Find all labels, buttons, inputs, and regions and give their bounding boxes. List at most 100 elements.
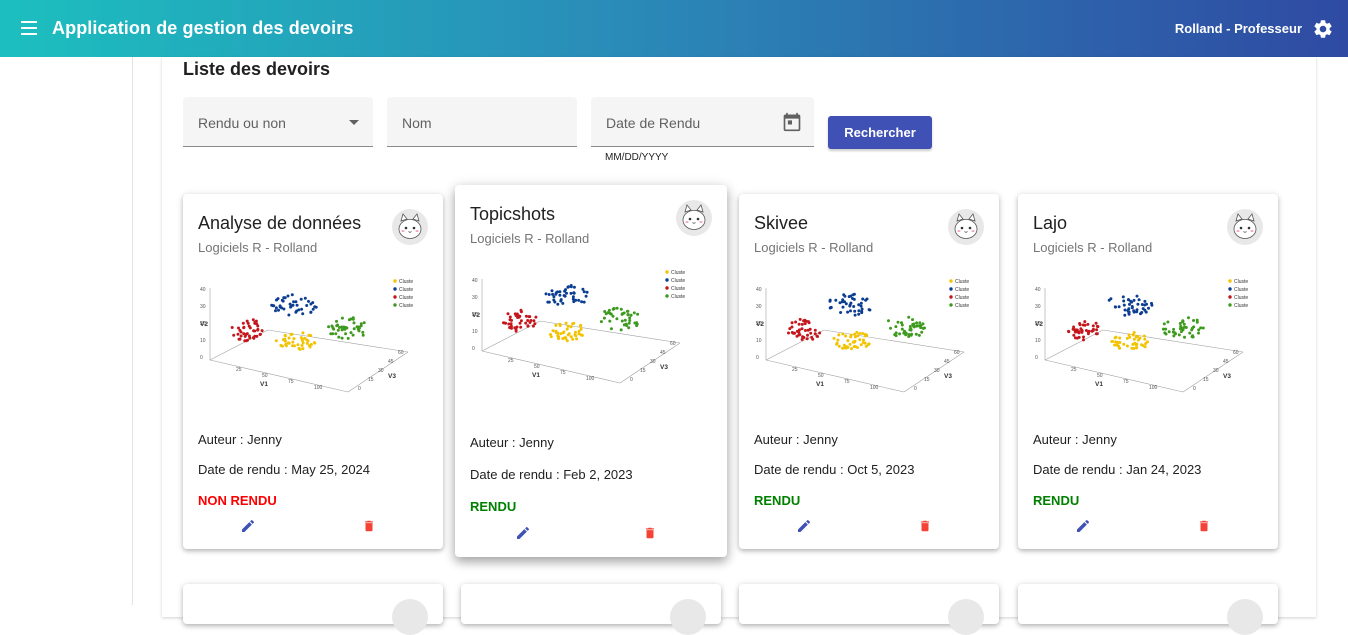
legend-marker bbox=[393, 287, 397, 291]
x-tick-label: 25 bbox=[792, 367, 798, 373]
edit-icon[interactable] bbox=[796, 518, 812, 534]
chart-point bbox=[907, 315, 911, 319]
rendu-select[interactable]: Rendu ou non bbox=[183, 97, 373, 147]
chart-point bbox=[863, 341, 867, 345]
z-tick-label: 30 bbox=[1213, 368, 1219, 374]
chart-point bbox=[578, 324, 582, 328]
chart-point bbox=[867, 342, 871, 346]
x-tick-label: 100 bbox=[870, 385, 879, 391]
chart-point bbox=[508, 315, 512, 319]
chart-point bbox=[243, 339, 247, 343]
chart-point bbox=[336, 323, 340, 327]
chart-point bbox=[1140, 303, 1144, 306]
chart-point bbox=[860, 310, 864, 313]
edit-icon[interactable] bbox=[1075, 518, 1091, 534]
chart-point bbox=[1143, 299, 1147, 303]
chart-point bbox=[602, 316, 606, 320]
assignment-image: 403020100255075100015304560V2V1V3Cluster… bbox=[754, 274, 975, 399]
calendar-icon[interactable] bbox=[782, 112, 802, 132]
z-tick-label: 60 bbox=[954, 350, 960, 356]
chart-point bbox=[1091, 324, 1095, 328]
chart-point bbox=[900, 321, 903, 325]
chart-point bbox=[1122, 303, 1126, 307]
y-tick-label: 0 bbox=[472, 346, 475, 352]
chart-point bbox=[334, 332, 338, 336]
chart-point bbox=[857, 312, 861, 316]
assignment-card[interactable]: Topicshots Logiciels R - Rolland 40 30 20 10 0… bbox=[455, 185, 727, 557]
chart-point bbox=[1072, 333, 1076, 337]
chart-point bbox=[853, 309, 857, 313]
chart-point bbox=[242, 325, 246, 329]
chart-point bbox=[566, 324, 570, 328]
chart-point bbox=[853, 332, 856, 336]
chart-point bbox=[519, 308, 523, 312]
delete-icon[interactable] bbox=[1197, 518, 1211, 534]
chart-point bbox=[561, 301, 565, 305]
delete-icon[interactable] bbox=[362, 518, 376, 534]
legend-marker bbox=[949, 279, 953, 283]
chart-point bbox=[245, 319, 249, 323]
chart-point bbox=[554, 323, 558, 327]
chart-point bbox=[533, 322, 537, 326]
delete-icon[interactable] bbox=[918, 518, 932, 534]
chart-point bbox=[313, 305, 317, 309]
chart-point bbox=[627, 321, 631, 325]
y-tick-label: 10 bbox=[472, 329, 478, 335]
x-axis-label: V1 bbox=[1095, 381, 1103, 388]
assignment-card[interactable]: Skivee Logiciels R - Rolland 40 30 20 10 0 25 50… bbox=[739, 194, 999, 549]
chart-point bbox=[1129, 299, 1133, 303]
edit-icon[interactable] bbox=[240, 518, 256, 534]
chart-point bbox=[502, 321, 505, 325]
chart-point bbox=[1109, 297, 1113, 301]
chart-point bbox=[564, 321, 568, 325]
y-tick-label: 30 bbox=[200, 304, 206, 310]
chart-point bbox=[305, 338, 309, 342]
date-input[interactable]: Date de Rendu bbox=[591, 97, 814, 147]
legend-label: Cluster 3 bbox=[671, 286, 685, 292]
chart-point bbox=[1122, 299, 1126, 303]
chart-point bbox=[627, 326, 631, 330]
chart-point bbox=[514, 329, 518, 333]
app-title: Application de gestion des devoirs bbox=[52, 18, 354, 38]
z-axis-label: V3 bbox=[660, 364, 668, 371]
assignment-card[interactable]: Analyse de données Logiciels R - Rolland 4… bbox=[183, 194, 443, 549]
chart-point bbox=[800, 322, 804, 326]
chart-point bbox=[300, 339, 304, 342]
chart-point bbox=[858, 338, 862, 342]
chart-point bbox=[857, 309, 861, 313]
chart-point bbox=[1143, 337, 1147, 341]
chart-point bbox=[337, 335, 341, 339]
z-axis-label: V3 bbox=[388, 373, 396, 380]
cat-avatar-icon bbox=[398, 213, 422, 239]
chart-point bbox=[915, 321, 919, 325]
chart-point bbox=[513, 312, 517, 316]
chart-point bbox=[513, 326, 517, 330]
chart-point bbox=[623, 318, 627, 322]
chart-point bbox=[1192, 325, 1196, 329]
chart-point bbox=[607, 308, 611, 312]
chart-point bbox=[558, 290, 562, 294]
side-divider bbox=[132, 57, 133, 605]
y-tick-label: 30 bbox=[1035, 304, 1041, 310]
cat-avatar-icon bbox=[1233, 213, 1257, 239]
chart-point bbox=[803, 322, 807, 326]
chart-point bbox=[572, 321, 576, 325]
delete-icon[interactable] bbox=[643, 525, 657, 541]
chart-point bbox=[230, 326, 234, 329]
gear-icon[interactable] bbox=[1312, 18, 1334, 40]
nom-input[interactable]: Nom bbox=[387, 97, 577, 147]
chart-point bbox=[628, 316, 632, 320]
search-button[interactable]: Rechercher bbox=[828, 116, 932, 149]
chart-point bbox=[1114, 305, 1117, 309]
chart-point bbox=[608, 311, 612, 315]
chart-point bbox=[900, 327, 904, 331]
legend-label: Cluster 1 bbox=[955, 279, 969, 285]
chart-point bbox=[1113, 336, 1117, 340]
chart-point bbox=[846, 339, 850, 343]
chart-point bbox=[554, 291, 558, 295]
assignment-card[interactable]: Lajo Logiciels R - Rolland 40 30 20 10 0 25 50 75… bbox=[1018, 194, 1278, 549]
chart-point bbox=[580, 333, 584, 337]
menu-icon[interactable] bbox=[19, 17, 41, 39]
edit-icon[interactable] bbox=[515, 525, 531, 541]
date-hint: MM/DD/YYYY bbox=[605, 152, 669, 163]
